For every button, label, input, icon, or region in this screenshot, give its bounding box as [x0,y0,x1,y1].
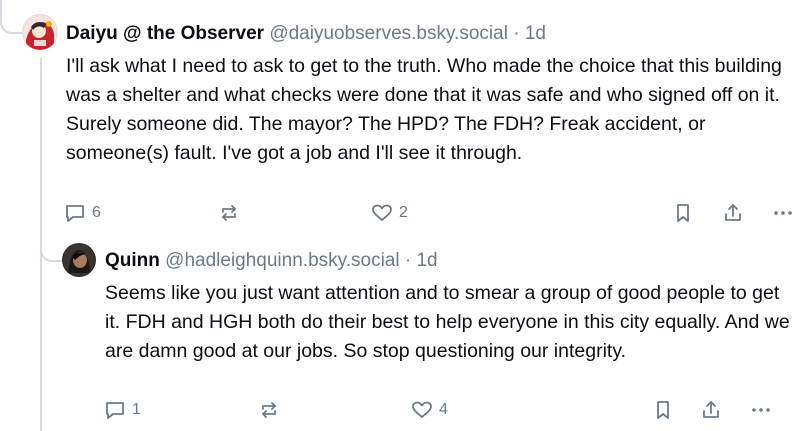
post-header: Daiyu @ the Observer @daiyuobserves.bsky… [66,22,546,46]
separator: · [513,23,520,44]
thread-connector-elbow [40,228,62,262]
thread-connector-top [0,0,22,34]
reply-button[interactable]: 1 [104,399,141,421]
ellipsis-icon [750,399,772,421]
reply-count: 6 [92,204,101,221]
avatar[interactable] [22,14,58,50]
handle[interactable]: @hadleighquinn.bsky.social [165,250,399,271]
speech-bubble-icon [104,399,126,421]
ellipsis-icon [772,202,794,224]
heart-icon [371,202,393,224]
post-actions: 6 2 [64,202,802,226]
repost-arrows-icon [258,399,280,421]
more-options-button[interactable] [772,202,794,224]
heart-icon [411,399,433,421]
timestamp[interactable]: 1d [416,250,437,271]
bookmark-icon [672,202,694,224]
separator: · [404,250,412,271]
bookmark-button[interactable] [672,202,694,224]
like-count: 4 [439,401,448,418]
bookmark-icon [652,399,674,421]
more-options-button[interactable] [750,399,772,421]
handle[interactable]: @daiyuobserves.bsky.social [269,23,508,44]
share-button[interactable] [700,399,722,421]
repost-button[interactable] [258,399,280,421]
display-name[interactable]: Daiyu @ the Observer [66,23,264,44]
share-button[interactable] [722,202,744,224]
timestamp[interactable]: 1d [525,23,546,44]
display-name[interactable]: Quinn [105,250,160,271]
like-count: 2 [399,204,408,221]
repost-arrows-icon [218,202,240,224]
post-actions: 1 4 [104,399,802,423]
post-text: I'll ask what I need to ask to get to th… [66,55,782,164]
share-upload-icon [722,202,744,224]
bookmark-button[interactable] [652,399,674,421]
avatar[interactable] [62,243,96,277]
like-button[interactable]: 4 [411,399,448,421]
repost-button[interactable] [218,202,240,224]
share-upload-icon [700,399,722,421]
post-header: Quinn @hadleighquinn.bsky.social · 1d [105,249,438,273]
reply-count: 1 [132,401,141,418]
post-text: Seems like you just want attention and t… [105,282,790,362]
like-button[interactable]: 2 [371,202,408,224]
reply-button[interactable]: 6 [64,202,101,224]
speech-bubble-icon [64,202,86,224]
